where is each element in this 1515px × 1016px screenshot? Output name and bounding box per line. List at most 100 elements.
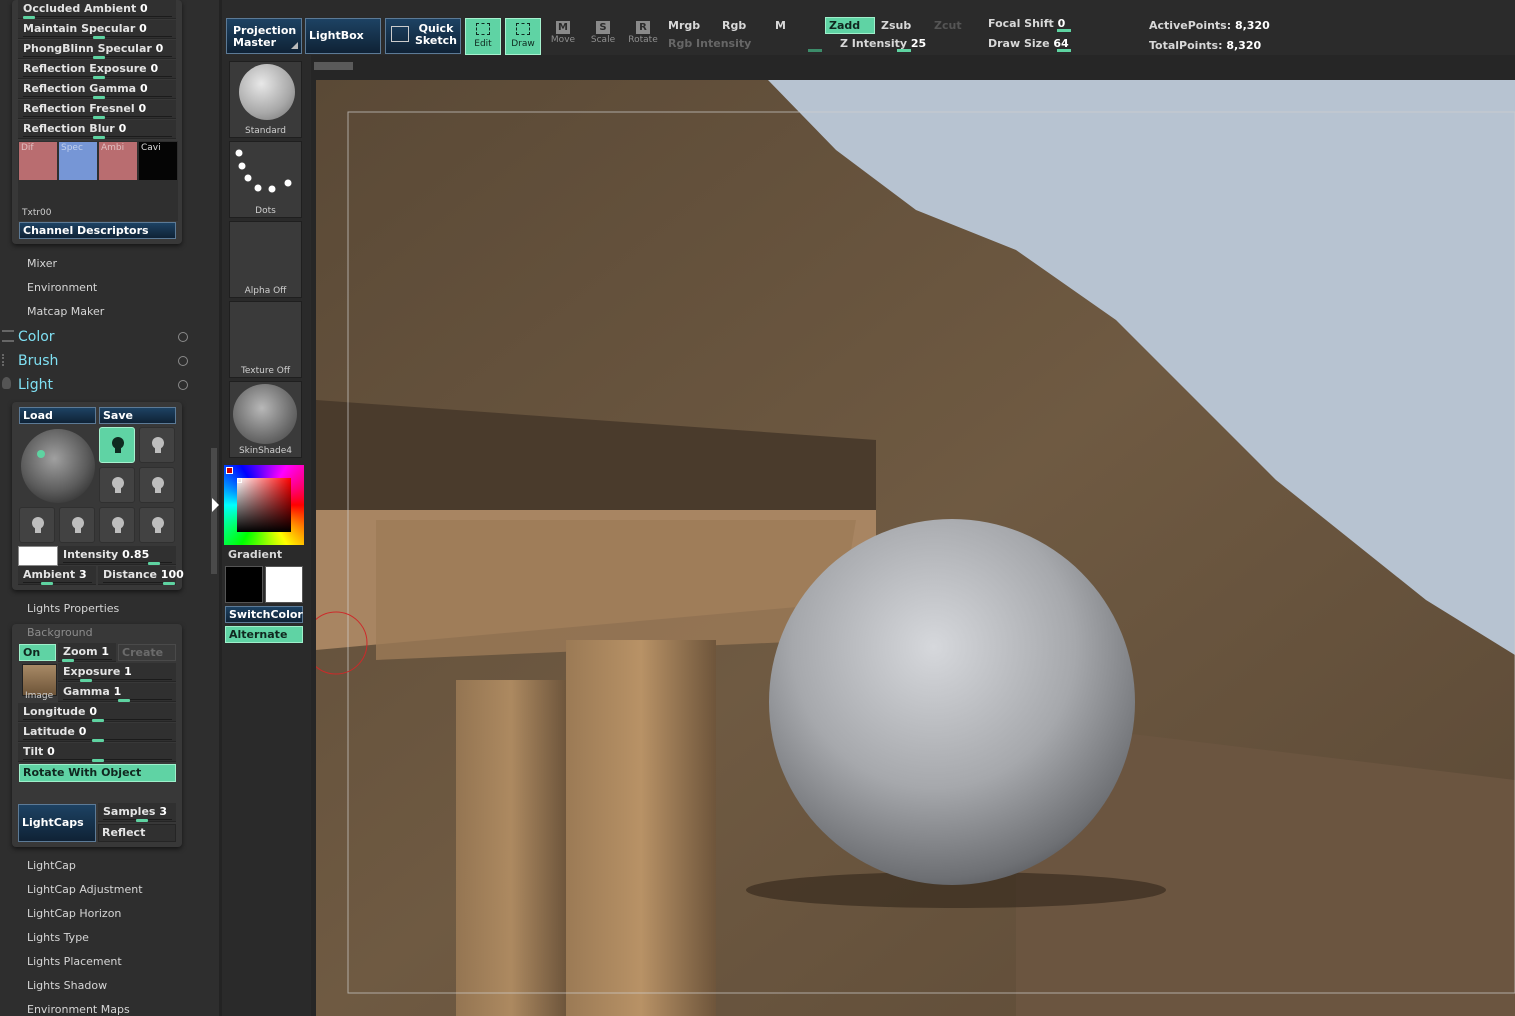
light-color-swatch[interactable] bbox=[18, 546, 58, 566]
collapse-arrow-icon[interactable] bbox=[212, 498, 219, 512]
secondary-color-swatch[interactable] bbox=[265, 566, 303, 603]
menu-item-mixer[interactable]: Mixer bbox=[27, 257, 57, 270]
background-zoom-slider[interactable]: Zoom 1 bbox=[58, 643, 116, 662]
rgb-intensity-knob[interactable] bbox=[808, 49, 822, 52]
menu-item-lights-shadow[interactable]: Lights Shadow bbox=[27, 979, 107, 992]
rotate-with-object-toggle[interactable]: Rotate With Object bbox=[19, 764, 176, 782]
lightcap-reflect-button[interactable]: Reflect bbox=[98, 824, 176, 842]
light-bulb-toggle[interactable] bbox=[99, 467, 135, 503]
color-indicator-icon bbox=[226, 467, 233, 474]
menu-item-lights-properties[interactable]: Lights Properties bbox=[27, 602, 119, 615]
light-bulb-toggle[interactable] bbox=[59, 507, 95, 543]
menu-item-environment[interactable]: Environment bbox=[27, 281, 97, 294]
channel-swatch[interactable]: Dif bbox=[19, 142, 57, 180]
material-slider[interactable]: Reflection Blur 0 bbox=[18, 120, 176, 139]
light-intensity-slider[interactable]: Intensity 0.85 bbox=[58, 546, 176, 565]
light-bulb-toggle[interactable] bbox=[19, 507, 55, 543]
light-ambient-slider[interactable]: Ambient 3 bbox=[18, 566, 96, 585]
draw-tool-button[interactable]: Draw bbox=[505, 18, 541, 55]
canvas-viewport[interactable] bbox=[316, 80, 1515, 1016]
light-bulb-toggle[interactable] bbox=[99, 507, 135, 543]
brush-selector[interactable]: Standard bbox=[229, 61, 302, 138]
stroke-selector[interactable]: Dots bbox=[229, 141, 302, 218]
texture-label: Txtr00 bbox=[22, 208, 52, 218]
background-latitude-slider[interactable]: Latitude 0 bbox=[18, 723, 176, 742]
edit-tool-button[interactable]: Edit bbox=[465, 18, 501, 55]
material-selector[interactable]: SkinShade4 bbox=[229, 381, 302, 458]
texture-selector[interactable]: Texture Off bbox=[229, 301, 302, 378]
material-slider[interactable]: PhongBlinn Specular 0 bbox=[18, 40, 176, 59]
light-distance-slider[interactable]: Distance 100 bbox=[98, 566, 184, 585]
alpha-selector[interactable]: Alpha Off bbox=[229, 221, 302, 298]
switch-color-button[interactable]: SwitchColor bbox=[225, 606, 303, 623]
menu-item-lights-type[interactable]: Lights Type bbox=[27, 931, 89, 944]
material-slider[interactable]: Maintain Specular 0 bbox=[18, 20, 176, 39]
color-cursor-icon[interactable] bbox=[237, 478, 242, 483]
focal-shift-knob[interactable] bbox=[1057, 29, 1071, 32]
background-tilt-slider[interactable]: Tilt 0 bbox=[18, 743, 176, 762]
menu-item-matcap-maker[interactable]: Matcap Maker bbox=[27, 305, 104, 318]
channel-swatch[interactable]: Ambi bbox=[99, 142, 137, 180]
palette-title-brush[interactable]: Brush bbox=[18, 353, 58, 369]
material-slider[interactable]: Reflection Gamma 0 bbox=[18, 80, 176, 99]
channel-descriptors-button[interactable]: Channel Descriptors bbox=[19, 222, 176, 239]
menu-item-lightcap[interactable]: LightCap bbox=[27, 859, 76, 872]
channel-swatch[interactable]: Spec bbox=[59, 142, 97, 180]
bulb-icon bbox=[152, 517, 164, 533]
focal-shift-slider[interactable]: Focal Shift 0 bbox=[988, 17, 1065, 30]
mrgb-button[interactable]: Mrgb bbox=[668, 19, 700, 32]
background-image-label: Image bbox=[25, 691, 54, 701]
menu-item-lightcap-adjustment[interactable]: LightCap Adjustment bbox=[27, 883, 143, 896]
tool-label: Edit bbox=[474, 39, 492, 49]
background-create-button[interactable]: Create bbox=[118, 644, 176, 661]
material-slider[interactable]: Reflection Fresnel 0 bbox=[18, 100, 176, 119]
light-bulb-toggle[interactable] bbox=[139, 507, 175, 543]
light-save-button[interactable]: Save bbox=[99, 407, 176, 424]
light-bulb-toggle[interactable] bbox=[139, 427, 175, 463]
light-position-handle[interactable] bbox=[37, 450, 45, 458]
menu-item-environment-maps[interactable]: Environment Maps bbox=[27, 1003, 130, 1016]
main-color-swatch[interactable] bbox=[225, 566, 263, 603]
quick-sketch-button[interactable]: Quick Sketch bbox=[385, 18, 461, 54]
light-preview-sphere[interactable] bbox=[21, 429, 95, 503]
palette-title-color[interactable]: Color bbox=[18, 329, 55, 345]
background-gamma-slider[interactable]: Gamma 1 bbox=[58, 683, 176, 702]
light-load-button[interactable]: Load bbox=[19, 407, 96, 424]
zsub-button[interactable]: Zsub bbox=[881, 19, 911, 32]
color-picker-square[interactable] bbox=[237, 478, 291, 532]
alternate-toggle[interactable]: Alternate bbox=[225, 626, 303, 643]
lightcap-samples-slider[interactable]: Samples 3 bbox=[98, 803, 176, 822]
channel-swatch[interactable]: Cavi bbox=[139, 142, 177, 180]
zadd-button[interactable]: Zadd bbox=[825, 17, 875, 34]
scale-tool-button[interactable]: S Scale bbox=[585, 18, 621, 55]
palette-title-light[interactable]: Light bbox=[18, 377, 53, 393]
background-exposure-slider[interactable]: Exposure 1 bbox=[58, 663, 176, 682]
gradient-label[interactable]: Gradient bbox=[228, 548, 282, 561]
background-on-toggle[interactable]: On bbox=[19, 644, 56, 661]
background-longitude-slider[interactable]: Longitude 0 bbox=[18, 703, 176, 722]
z-intensity-knob[interactable] bbox=[897, 49, 911, 52]
document-scroll-handle[interactable] bbox=[314, 62, 353, 70]
material-slider[interactable]: Occluded Ambient 0 bbox=[18, 0, 176, 19]
rgb-button[interactable]: Rgb bbox=[722, 19, 746, 32]
draw-size-knob[interactable] bbox=[1057, 49, 1071, 52]
menu-item-lightcap-horizon[interactable]: LightCap Horizon bbox=[27, 907, 121, 920]
m-button[interactable]: M bbox=[775, 19, 786, 32]
zcut-button[interactable]: Zcut bbox=[934, 19, 962, 32]
rgb-intensity-slider[interactable]: Rgb Intensity bbox=[668, 37, 751, 50]
material-slider[interactable]: Reflection Exposure 0 bbox=[18, 60, 176, 79]
move-tool-button[interactable]: M Move bbox=[545, 18, 581, 55]
z-intensity-slider[interactable]: Z Intensity 25 bbox=[840, 37, 926, 50]
light-bulb-toggle[interactable] bbox=[99, 427, 135, 463]
palette-popout-icon[interactable] bbox=[178, 332, 188, 342]
palette-popout-icon[interactable] bbox=[178, 380, 188, 390]
menu-item-lights-placement[interactable]: Lights Placement bbox=[27, 955, 122, 968]
lightcaps-button[interactable]: LightCaps bbox=[18, 804, 96, 842]
rotate-tool-button[interactable]: R Rotate bbox=[625, 18, 661, 55]
bulb-icon bbox=[152, 437, 164, 453]
palette-popout-icon[interactable] bbox=[178, 356, 188, 366]
lightbox-button[interactable]: LightBox bbox=[305, 18, 381, 54]
bulb-icon bbox=[112, 477, 124, 493]
light-bulb-toggle[interactable] bbox=[139, 467, 175, 503]
move-icon: M bbox=[556, 21, 570, 34]
